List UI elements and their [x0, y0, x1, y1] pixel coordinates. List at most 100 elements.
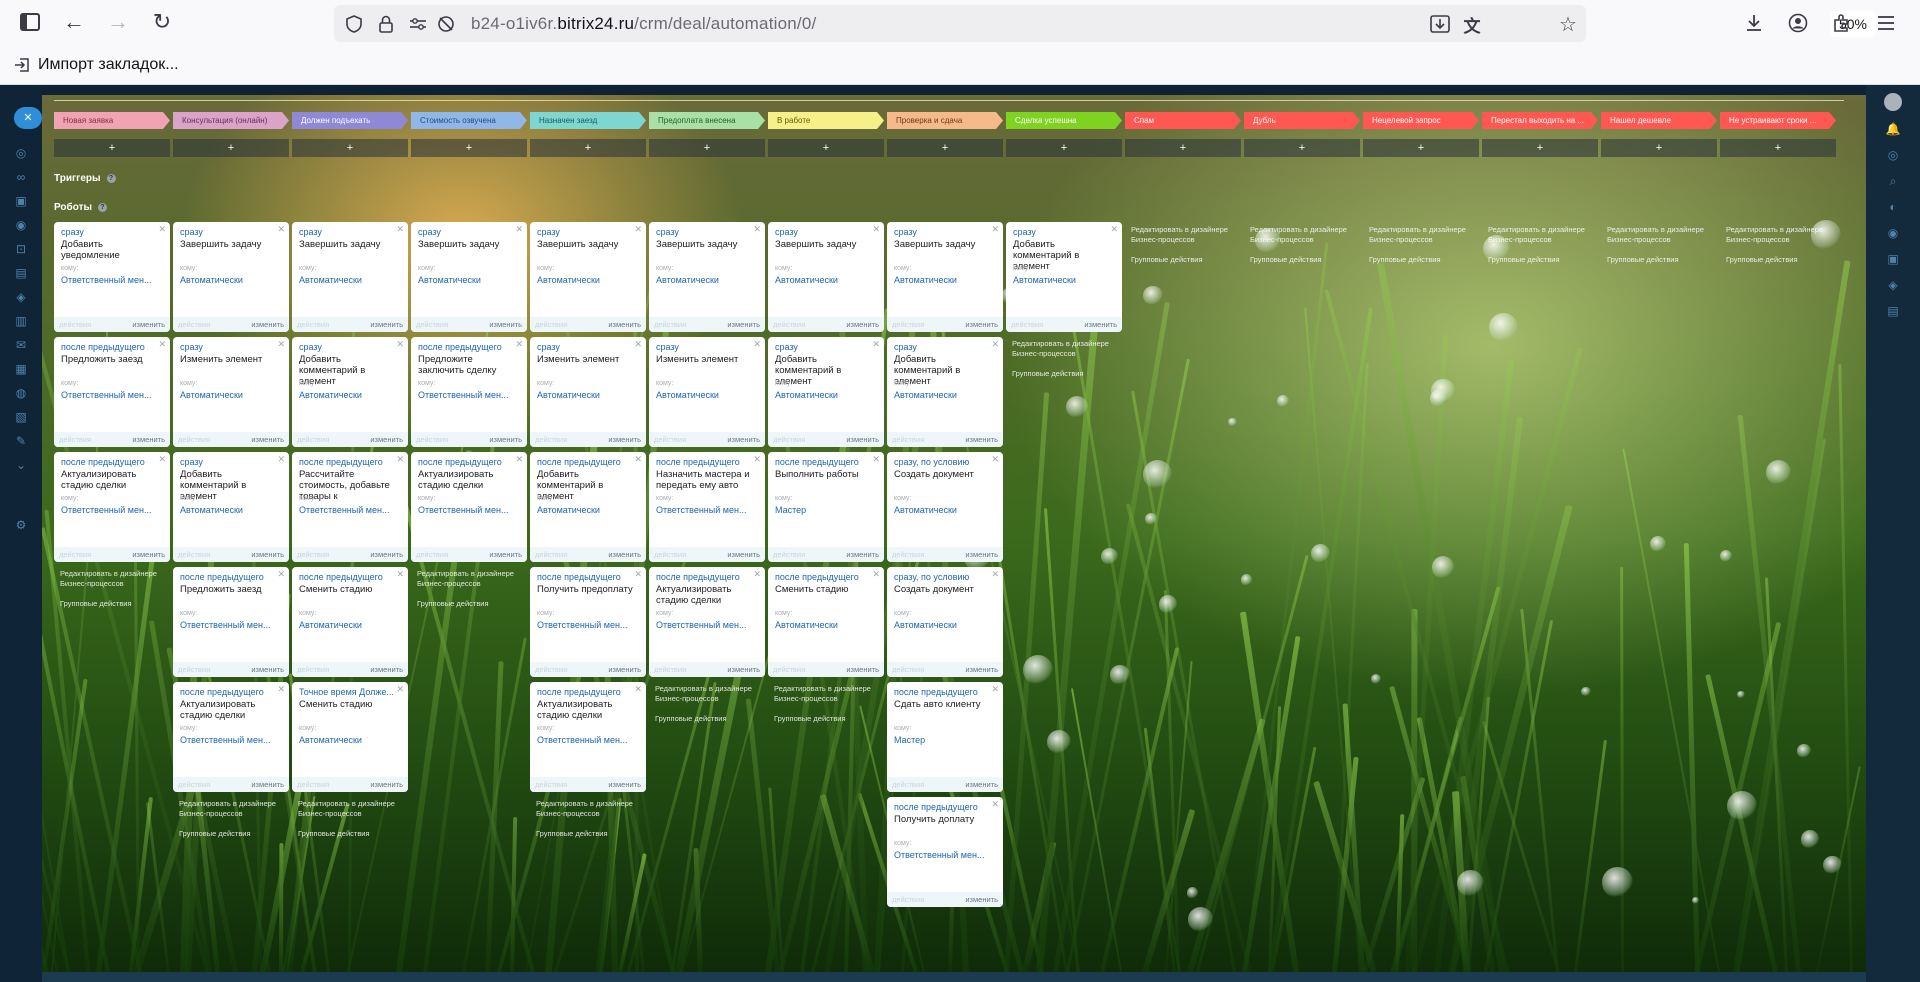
group-actions-link[interactable]: Групповые действия [1726, 255, 1823, 265]
robot-recipient[interactable]: Ответственный мен... [537, 620, 627, 630]
rail-docs-icon[interactable]: ▧ [13, 409, 29, 425]
robot-trigger-condition[interactable]: сразу [656, 342, 679, 352]
edit-in-designer-link[interactable]: Редактировать в дизайнере [1131, 225, 1228, 235]
robot-delete-icon[interactable]: ✕ [277, 339, 285, 350]
edit-in-designer-link[interactable]: Редактировать в дизайнере [536, 799, 633, 809]
robot-delete-icon[interactable]: ✕ [753, 224, 761, 235]
robot-trigger-condition[interactable]: после предыдущего [299, 572, 383, 582]
stage-header[interactable]: Дубль [1244, 112, 1360, 129]
add-trigger-button[interactable]: + [887, 139, 1003, 157]
robot-card[interactable]: после предыдущего ✕ Предложите заключить с… [411, 337, 527, 447]
add-trigger-button[interactable]: + [1125, 139, 1241, 157]
robot-delete-icon[interactable]: ✕ [872, 224, 880, 235]
robot-card[interactable]: сразу ✕ Добавить комментарий в элемент кому… [887, 337, 1003, 447]
robot-recipient[interactable]: Автоматически [299, 620, 362, 630]
edit-in-designer-link-2[interactable]: Бизнес-процессов [1369, 235, 1466, 245]
robot-delete-icon[interactable]: ✕ [634, 224, 642, 235]
group-actions-link[interactable]: Групповые действия [536, 829, 633, 839]
page-save-icon[interactable] [1428, 12, 1452, 36]
group-actions-link[interactable]: Групповые действия [1250, 255, 1347, 265]
robot-trigger-condition[interactable]: после предыдущего [61, 342, 145, 352]
robot-card[interactable]: Точное время Долже... ✕ Сменить стадию кому… [292, 682, 408, 792]
robot-edit-link[interactable]: изменить [846, 550, 879, 559]
robot-recipient[interactable]: Автоматически [299, 275, 362, 285]
robot-trigger-condition[interactable]: сразу [61, 227, 84, 237]
robot-edit-link[interactable]: изменить [370, 435, 403, 444]
robot-card[interactable]: после предыдущего ✕ Рассчитайте стоимость,… [292, 452, 408, 562]
stage-header[interactable]: Не устраивают сроки ... [1720, 112, 1836, 129]
rail-mail-icon[interactable]: ✉ [13, 337, 29, 353]
robot-recipient[interactable]: Ответственный мен... [656, 620, 746, 630]
robot-trigger-condition[interactable]: после предыдущего [537, 687, 621, 697]
robot-delete-icon[interactable]: ✕ [991, 684, 999, 695]
robot-delete-icon[interactable]: ✕ [277, 569, 285, 580]
robot-edit-link[interactable]: изменить [608, 320, 641, 329]
stage-header[interactable]: Проверка и сдача [887, 112, 1003, 129]
robot-delete-icon[interactable]: ✕ [991, 454, 999, 465]
robot-edit-link[interactable]: изменить [370, 320, 403, 329]
robot-card[interactable]: сразу, по условию ✕ Создать документ кому: А… [887, 452, 1003, 562]
notifications-icon[interactable]: 🔔 [1885, 121, 1901, 137]
robot-trigger-condition[interactable]: после предыдущего [656, 572, 740, 582]
url-text[interactable]: b24-o1iv6r.bitrix24.ru/crm/deal/automati… [471, 14, 816, 34]
robot-delete-icon[interactable]: ✕ [872, 569, 880, 580]
robot-trigger-condition[interactable]: сразу, по условию [894, 572, 969, 582]
robot-card[interactable]: после предыдущего ✕ Предложить заезд кому: О… [54, 337, 170, 447]
downloads-icon[interactable] [1742, 11, 1766, 35]
robot-recipient[interactable]: Автоматически [656, 275, 719, 285]
robot-recipient[interactable]: Автоматически [775, 620, 838, 630]
group-actions-link[interactable]: Групповые действия [774, 714, 871, 724]
robot-delete-icon[interactable]: ✕ [515, 454, 523, 465]
robot-delete-icon[interactable]: ✕ [991, 339, 999, 350]
search-icon[interactable]: ⌕ [1885, 173, 1901, 189]
stage-header[interactable]: Нецелевой запрос [1363, 112, 1479, 129]
edit-in-designer-link[interactable]: Редактировать в дизайнере [298, 799, 395, 809]
robot-edit-link[interactable]: изменить [965, 435, 998, 444]
robot-edit-link[interactable]: изменить [727, 435, 760, 444]
tracking-protection-icon[interactable] [434, 12, 458, 36]
robot-edit-link[interactable]: изменить [608, 665, 641, 674]
permissions-icon[interactable] [406, 12, 430, 36]
sidebar-toggle-icon[interactable] [16, 8, 44, 36]
robot-card[interactable]: после предыдущего ✕ Добавить комментарий в… [530, 452, 646, 562]
robot-recipient[interactable]: Автоматически [180, 275, 243, 285]
robot-card[interactable]: сразу ✕ Завершить задачу кому: Автоматически… [530, 222, 646, 332]
robot-recipient[interactable]: Автоматически [180, 505, 243, 515]
robot-trigger-condition[interactable]: после предыдущего [418, 457, 502, 467]
robot-edit-link[interactable]: изменить [251, 780, 284, 789]
robot-edit-link[interactable]: изменить [846, 665, 879, 674]
rail-analytics-icon[interactable]: ▥ [13, 313, 29, 329]
robot-delete-icon[interactable]: ✕ [753, 339, 761, 350]
robot-recipient[interactable]: Мастер [775, 505, 806, 515]
help-icon[interactable]: ? [98, 203, 108, 212]
robot-trigger-condition[interactable]: после предыдущего [656, 457, 740, 467]
robot-trigger-condition[interactable]: после предыдущего [537, 457, 621, 467]
robot-recipient[interactable]: Автоматически [299, 735, 362, 745]
robot-edit-link[interactable]: изменить [965, 895, 998, 904]
robot-trigger-condition[interactable]: сразу [894, 227, 917, 237]
robot-trigger-condition[interactable]: после предыдущего [894, 687, 978, 697]
stage-header[interactable]: Предоплата внесена [649, 112, 765, 129]
robot-card[interactable]: сразу, по условию ✕ Создать документ кому: А… [887, 567, 1003, 677]
robot-edit-link[interactable]: изменить [370, 550, 403, 559]
shield-icon[interactable] [342, 12, 366, 36]
robot-trigger-condition[interactable]: после предыдущего [775, 572, 859, 582]
robot-card[interactable]: сразу ✕ Добавить комментарий в элемент кому… [173, 452, 289, 562]
robot-recipient[interactable]: Ответственный мен... [61, 275, 151, 285]
rail-settings-icon[interactable]: ⚙ [13, 517, 29, 533]
robot-recipient[interactable]: Мастер [894, 735, 925, 745]
rail-sites-icon[interactable]: ◍ [13, 385, 29, 401]
stage-header[interactable]: В работе [768, 112, 884, 129]
messages-icon[interactable]: ▣ [1885, 251, 1901, 267]
robot-card[interactable]: сразу ✕ Завершить задачу кому: Автоматически… [887, 222, 1003, 332]
robot-trigger-condition[interactable]: после предыдущего [61, 457, 145, 467]
robot-edit-link[interactable]: изменить [608, 780, 641, 789]
robot-card[interactable]: после предыдущего ✕ Сменить стадию кому: Авт… [768, 567, 884, 677]
robot-card[interactable]: сразу ✕ Завершить задачу кому: Автоматически… [292, 222, 408, 332]
robot-trigger-condition[interactable]: сразу [537, 227, 560, 237]
robot-trigger-condition[interactable]: после предыдущего [775, 457, 859, 467]
edit-in-designer-link-2[interactable]: Бизнес-процессов [774, 694, 871, 704]
robot-card[interactable]: после предыдущего ✕ Получить доплату кому: О… [887, 797, 1003, 907]
robot-edit-link[interactable]: изменить [132, 320, 165, 329]
robot-card[interactable]: сразу ✕ Завершить задачу кому: Автоматически… [768, 222, 884, 332]
